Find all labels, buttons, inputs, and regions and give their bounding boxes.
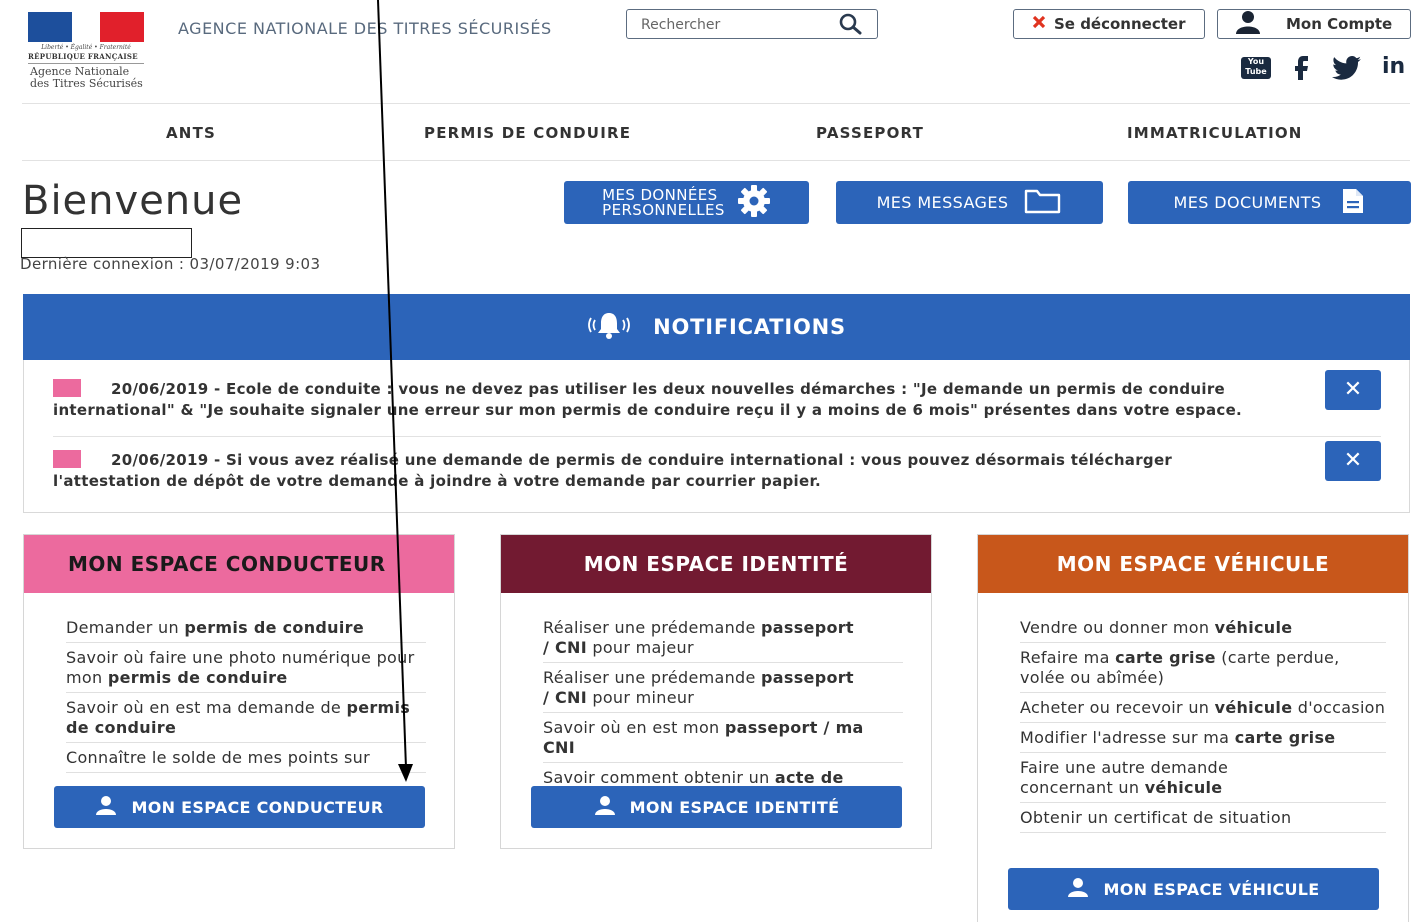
account-button[interactable]: Mon Compte	[1217, 9, 1411, 39]
user-icon	[1234, 10, 1262, 38]
welcome-title: Bienvenue	[22, 178, 244, 224]
notification-close-button[interactable]: ✕	[1325, 441, 1381, 481]
link-suivi-passeport[interactable]: Savoir où en est mon passeport / ma CNI	[543, 713, 903, 763]
user-icon	[594, 795, 616, 819]
account-label: Mon Compte	[1286, 15, 1393, 33]
last-connection: Dernière connexion : 03/07/2019 9:03	[20, 255, 321, 273]
logout-button[interactable]: Se déconnecter	[1013, 9, 1205, 39]
logo-agency-name: Agence Nationale des Titres Sécurisés	[30, 65, 143, 90]
nav-permis-de-conduire[interactable]: PERMIS DE CONDUIRE	[424, 124, 631, 142]
document-icon	[1341, 188, 1365, 218]
link-refaire-carte-grise[interactable]: Refaire ma carte grise (carte perdue, vo…	[1020, 643, 1386, 693]
ants-logo[interactable]: Liberté • Égalité • Fraternité RÉPUBLIQU…	[28, 12, 146, 94]
card-conducteur-links: Demander un permis de conduire Savoir où…	[66, 613, 426, 773]
link-predemande-mineur[interactable]: Réaliser une prédemande passeport / CNI …	[543, 663, 903, 713]
mon-espace-conducteur-button[interactable]: MON ESPACE CONDUCTEUR	[54, 786, 425, 828]
messages-button[interactable]: MES MESSAGES	[836, 181, 1103, 224]
card-vehicule-links: Vendre ou donner mon véhicule Refaire ma…	[1020, 613, 1386, 833]
notification-close-button[interactable]: ✕	[1325, 370, 1381, 410]
twitter-icon[interactable]	[1330, 56, 1362, 84]
redacted-user-name	[21, 228, 192, 258]
documents-button[interactable]: MES DOCUMENTS	[1128, 181, 1411, 224]
link-modifier-adresse[interactable]: Modifier l'adresse sur ma carte grise	[1020, 723, 1386, 753]
facebook-icon[interactable]	[1290, 56, 1310, 84]
youtube-icon[interactable]: You Tube	[1240, 56, 1272, 84]
notification-divider	[53, 436, 1381, 437]
nav-divider	[22, 160, 1410, 161]
mon-espace-identite-button[interactable]: MON ESPACE IDENTITÉ	[531, 786, 902, 828]
notification-item: 20/06/2019 - Si vous avez réalisé une de…	[53, 450, 1173, 490]
bell-icon	[587, 310, 631, 344]
french-flag-logo	[28, 12, 144, 42]
link-vendre-vehicule[interactable]: Vendre ou donner mon véhicule	[1020, 613, 1386, 643]
notifications-list: 20/06/2019 - Ecole de conduite : vous ne…	[23, 360, 1410, 513]
notifications-header: NOTIFICATIONS	[23, 294, 1410, 360]
link-certificat-situation[interactable]: Obtenir un certificat de situation	[1020, 803, 1386, 833]
nav-immatriculation[interactable]: IMMATRICULATION	[1127, 124, 1303, 142]
link-predemande-majeur[interactable]: Réaliser une prédemande passeport / CNI …	[543, 613, 903, 663]
linkedin-icon[interactable]: in	[1382, 54, 1405, 79]
link-suivi-permis[interactable]: Savoir où en est ma demande de permis de…	[66, 693, 426, 743]
link-photo-permis[interactable]: Savoir où faire une photo numérique pour…	[66, 643, 426, 693]
link-solde-points[interactable]: Connaître le solde de mes points sur	[66, 743, 426, 773]
logout-label: Se déconnecter	[1054, 15, 1186, 33]
folder-icon	[1024, 188, 1062, 218]
personal-data-label: MES DONNÉES PERSONNELLES	[602, 185, 725, 219]
personal-data-button[interactable]: MES DONNÉES PERSONNELLES	[564, 181, 809, 224]
logo-motto: Liberté • Égalité • Fraternité	[41, 44, 131, 51]
search-input[interactable]	[639, 14, 833, 36]
documents-label: MES DOCUMENTS	[1173, 193, 1322, 212]
card-vehicule-title: MON ESPACE VÉHICULE	[978, 535, 1408, 593]
header-divider	[22, 103, 1410, 104]
notification-marker	[53, 450, 81, 468]
messages-label: MES MESSAGES	[876, 193, 1009, 212]
user-icon	[95, 795, 117, 819]
card-identite-links: Réaliser une prédemande passeport / CNI …	[543, 613, 903, 789]
card-vehicule: MON ESPACE VÉHICULE Vendre ou donner mon…	[977, 534, 1409, 922]
link-autre-demande[interactable]: Faire une autre demande concernant un vé…	[1020, 753, 1386, 803]
gear-icon	[737, 184, 771, 222]
link-acheter-vehicule[interactable]: Acheter ou recevoir un véhicule d'occasi…	[1020, 693, 1386, 723]
link-demander-permis[interactable]: Demander un permis de conduire	[66, 613, 426, 643]
nav-ants[interactable]: ANTS	[166, 124, 216, 142]
nav-passeport[interactable]: PASSEPORT	[816, 124, 924, 142]
card-identite: MON ESPACE IDENTITÉ Réaliser une prédema…	[500, 534, 932, 849]
agency-title: AGENCE NATIONALE DES TITRES SÉCURISÉS	[178, 19, 552, 38]
search-box	[626, 9, 878, 39]
user-icon	[1067, 877, 1089, 901]
logo-republic: RÉPUBLIQUE FRANÇAISE	[28, 52, 144, 64]
card-conducteur: MON ESPACE CONDUCTEUR Demander un permis…	[23, 534, 455, 849]
close-x-icon	[1032, 15, 1046, 33]
notification-item: 20/06/2019 - Ecole de conduite : vous ne…	[53, 379, 1243, 419]
notification-marker	[53, 379, 81, 397]
notifications-title: NOTIFICATIONS	[653, 315, 846, 339]
card-identite-title: MON ESPACE IDENTITÉ	[501, 535, 931, 593]
mon-espace-vehicule-button[interactable]: MON ESPACE VÉHICULE	[1008, 868, 1379, 910]
search-icon[interactable]	[839, 13, 863, 39]
card-conducteur-title: MON ESPACE CONDUCTEUR	[24, 535, 454, 593]
